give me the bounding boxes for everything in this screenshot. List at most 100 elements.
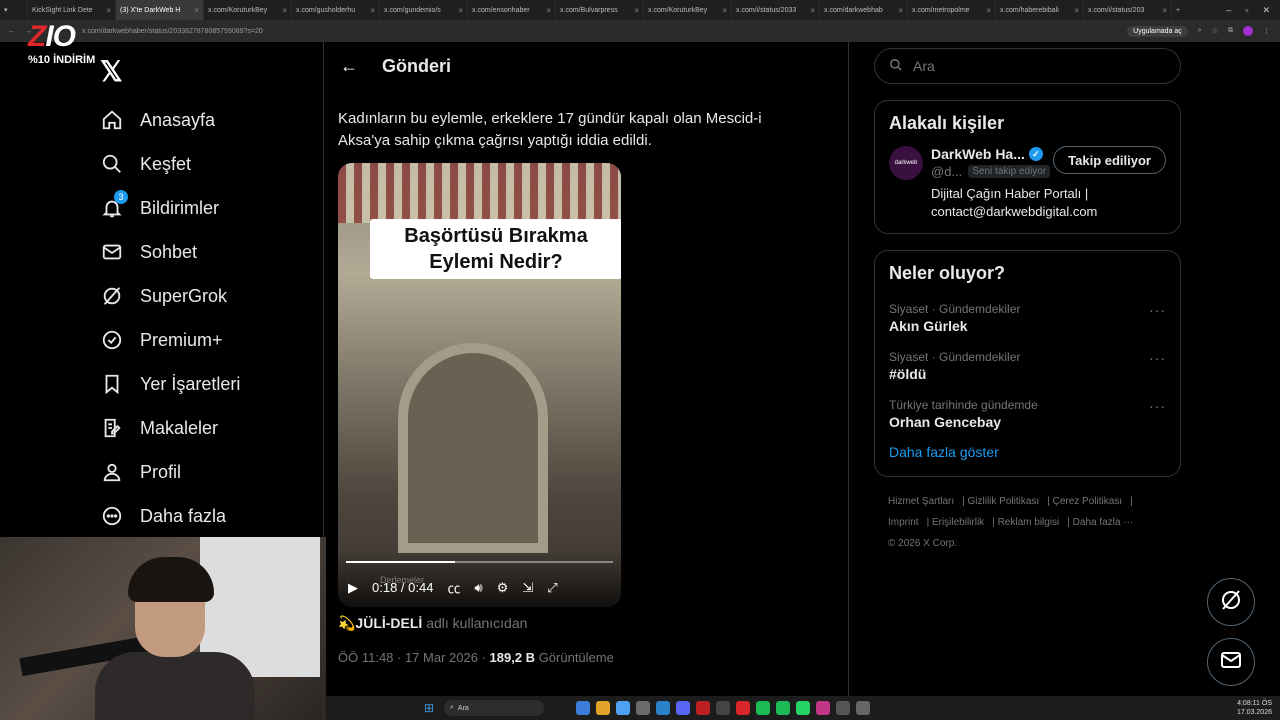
- app-icon[interactable]: [836, 701, 850, 715]
- close-icon[interactable]: ×: [898, 6, 903, 15]
- close-icon[interactable]: ×: [370, 6, 375, 15]
- spotify-icon[interactable]: [776, 701, 790, 715]
- folder-icon[interactable]: [596, 701, 610, 715]
- new-tab-button[interactable]: +: [1172, 0, 1190, 20]
- chrome-icon[interactable]: [616, 701, 630, 715]
- app-icon[interactable]: [856, 701, 870, 715]
- trend-item[interactable]: Siyaset · Gündemdekiler #öldü ···: [889, 344, 1166, 388]
- browser-tab[interactable]: x.com/ensonhaber ×: [468, 0, 556, 20]
- close-icon[interactable]: ×: [546, 6, 551, 15]
- minimize-icon[interactable]: –: [1226, 5, 1231, 16]
- close-icon[interactable]: ×: [634, 6, 639, 15]
- sidebar-item-articles[interactable]: Makaleler: [100, 406, 320, 450]
- browser-tab[interactable]: x.com/KoruturkBey ×: [204, 0, 292, 20]
- footer-link[interactable]: Imprint: [888, 517, 919, 528]
- maximize-icon[interactable]: ▫: [1245, 5, 1248, 16]
- credit-username[interactable]: 💫JÜLİ-DELİ: [338, 615, 422, 631]
- avatar[interactable]: darkweb: [889, 146, 923, 180]
- play-icon[interactable]: ▶: [348, 580, 358, 596]
- close-icon[interactable]: ×: [986, 6, 991, 15]
- app-icon[interactable]: [736, 701, 750, 715]
- sidebar-item-profile[interactable]: Profil: [100, 450, 320, 494]
- profile-avatar-icon[interactable]: [1243, 26, 1253, 36]
- zoom-icon[interactable]: ⌕: [1198, 27, 1202, 35]
- extensions-icon[interactable]: ⧉: [1228, 27, 1233, 35]
- windows-start-icon[interactable]: ⊞: [424, 701, 434, 715]
- taskbar-clock[interactable]: 4:08:11 ÖS 17.03.2026: [1237, 699, 1272, 717]
- video-player[interactable]: Başörtüsü Bırakma Eylemi Nedir? Derlemel…: [338, 163, 621, 607]
- close-icon[interactable]: ×: [282, 6, 287, 15]
- sidebar-item-notifications[interactable]: 3 Bildirimler: [100, 186, 320, 230]
- browser-tab[interactable]: x.com/i/status/203 ×: [1084, 0, 1172, 20]
- footer-link[interactable]: Gizlilik Politikası: [968, 496, 1040, 507]
- obs-icon[interactable]: [696, 701, 710, 715]
- browser-tab[interactable]: x.com/metropolme ×: [908, 0, 996, 20]
- more-options-icon[interactable]: ···: [1149, 302, 1166, 318]
- sidebar-item-bookmarks[interactable]: Yer İşaretleri: [100, 362, 320, 406]
- browser-tab-active[interactable]: (3) X'te DarkWeb H ×: [116, 0, 204, 20]
- browser-tab[interactable]: x.com/darkwebhab ×: [820, 0, 908, 20]
- person-name[interactable]: DarkWeb Ha...: [931, 146, 1025, 162]
- close-icon[interactable]: ×: [1162, 6, 1167, 15]
- close-icon[interactable]: ×: [722, 6, 727, 15]
- browser-tab[interactable]: x.com/haberebibali ×: [996, 0, 1084, 20]
- back-icon[interactable]: ←: [8, 28, 15, 35]
- more-options-icon[interactable]: ···: [1149, 350, 1166, 366]
- x-logo-icon[interactable]: 𝕏: [100, 55, 123, 88]
- star-icon[interactable]: ☆: [1212, 27, 1218, 35]
- footer-link[interactable]: Erişilebilirlik: [932, 517, 984, 528]
- back-arrow-icon[interactable]: ←: [340, 56, 358, 77]
- edge-icon[interactable]: [656, 701, 670, 715]
- sidebar-item-messages[interactable]: Sohbet: [100, 230, 320, 274]
- footer-link[interactable]: Daha fazla ···: [1073, 517, 1134, 528]
- close-icon[interactable]: ×: [1074, 6, 1079, 15]
- open-in-app-button[interactable]: Uygulamada aç: [1127, 25, 1188, 37]
- app-icon[interactable]: [816, 701, 830, 715]
- footer-link[interactable]: Reklam bilgisi: [998, 517, 1060, 528]
- messages-floating-button[interactable]: [1207, 638, 1255, 686]
- browser-tab[interactable]: x.com/KoruturkBey ×: [644, 0, 732, 20]
- popout-icon[interactable]: ⇲: [522, 580, 533, 596]
- close-icon[interactable]: ×: [458, 6, 463, 15]
- browser-tab[interactable]: x.com/gundemio/s ×: [380, 0, 468, 20]
- more-options-icon[interactable]: ···: [1149, 398, 1166, 414]
- settings-gear-icon[interactable]: ⚙: [497, 580, 509, 596]
- browser-tab[interactable]: x.com/i/status/2033 ×: [732, 0, 820, 20]
- sidebar-item-premium[interactable]: Premium+: [100, 318, 320, 362]
- volume-icon[interactable]: 🔊︎: [474, 580, 482, 596]
- discord-icon[interactable]: [676, 701, 690, 715]
- trend-item[interactable]: Siyaset · Gündemdekiler Akın Gürlek ···: [889, 296, 1166, 340]
- taskbar-search[interactable]: ⌕ Ara: [444, 700, 544, 716]
- footer-link[interactable]: Çerez Politikası: [1053, 496, 1122, 507]
- post-timestamp[interactable]: ÖÖ 11:48 · 17 Mar 2026 ·: [338, 650, 486, 665]
- trend-item[interactable]: Türkiye tarihinde gündemde Orhan Genceba…: [889, 392, 1166, 436]
- search-input[interactable]: Ara: [874, 48, 1181, 84]
- video-progress-bar[interactable]: [346, 561, 613, 563]
- app-icon[interactable]: [716, 701, 730, 715]
- browser-tab[interactable]: x.com/Bulvarpress ×: [556, 0, 644, 20]
- app-icon[interactable]: [796, 701, 810, 715]
- show-more-link[interactable]: Daha fazla göster: [889, 444, 1166, 460]
- related-person[interactable]: darkweb DarkWeb Ha... ✓ @d... Seni takip e…: [889, 146, 1166, 221]
- captions-icon[interactable]: ㏄: [447, 578, 460, 597]
- app-icon[interactable]: [636, 701, 650, 715]
- sidebar-item-home[interactable]: Anasayfa: [100, 98, 320, 142]
- sidebar-item-grok[interactable]: SuperGrok: [100, 274, 320, 318]
- sidebar-item-more[interactable]: Daha fazla: [100, 494, 320, 538]
- browser-tab[interactable]: KickSight Link Dete ×: [28, 0, 116, 20]
- file-explorer-icon[interactable]: [576, 701, 590, 715]
- following-button[interactable]: Takip ediliyor: [1053, 146, 1166, 174]
- url-field[interactable]: x.com/darkwebhaber/status/20338278780857…: [82, 28, 263, 35]
- grok-floating-button[interactable]: [1207, 578, 1255, 626]
- menu-dots-icon[interactable]: ⋮: [1263, 27, 1270, 35]
- close-icon[interactable]: ×: [194, 6, 199, 15]
- close-icon[interactable]: ×: [106, 6, 111, 15]
- close-icon[interactable]: ×: [810, 6, 815, 15]
- footer-link[interactable]: Hizmet Şartları: [888, 496, 954, 507]
- tab-menu-button[interactable]: ▾: [0, 0, 28, 20]
- fullscreen-icon[interactable]: ⤢: [547, 580, 557, 596]
- whatsapp-icon[interactable]: [756, 701, 770, 715]
- close-window-icon[interactable]: ✕: [1262, 5, 1270, 16]
- browser-tab[interactable]: x.com/gusholderhu ×: [292, 0, 380, 20]
- sidebar-item-explore[interactable]: Keşfet: [100, 142, 320, 186]
